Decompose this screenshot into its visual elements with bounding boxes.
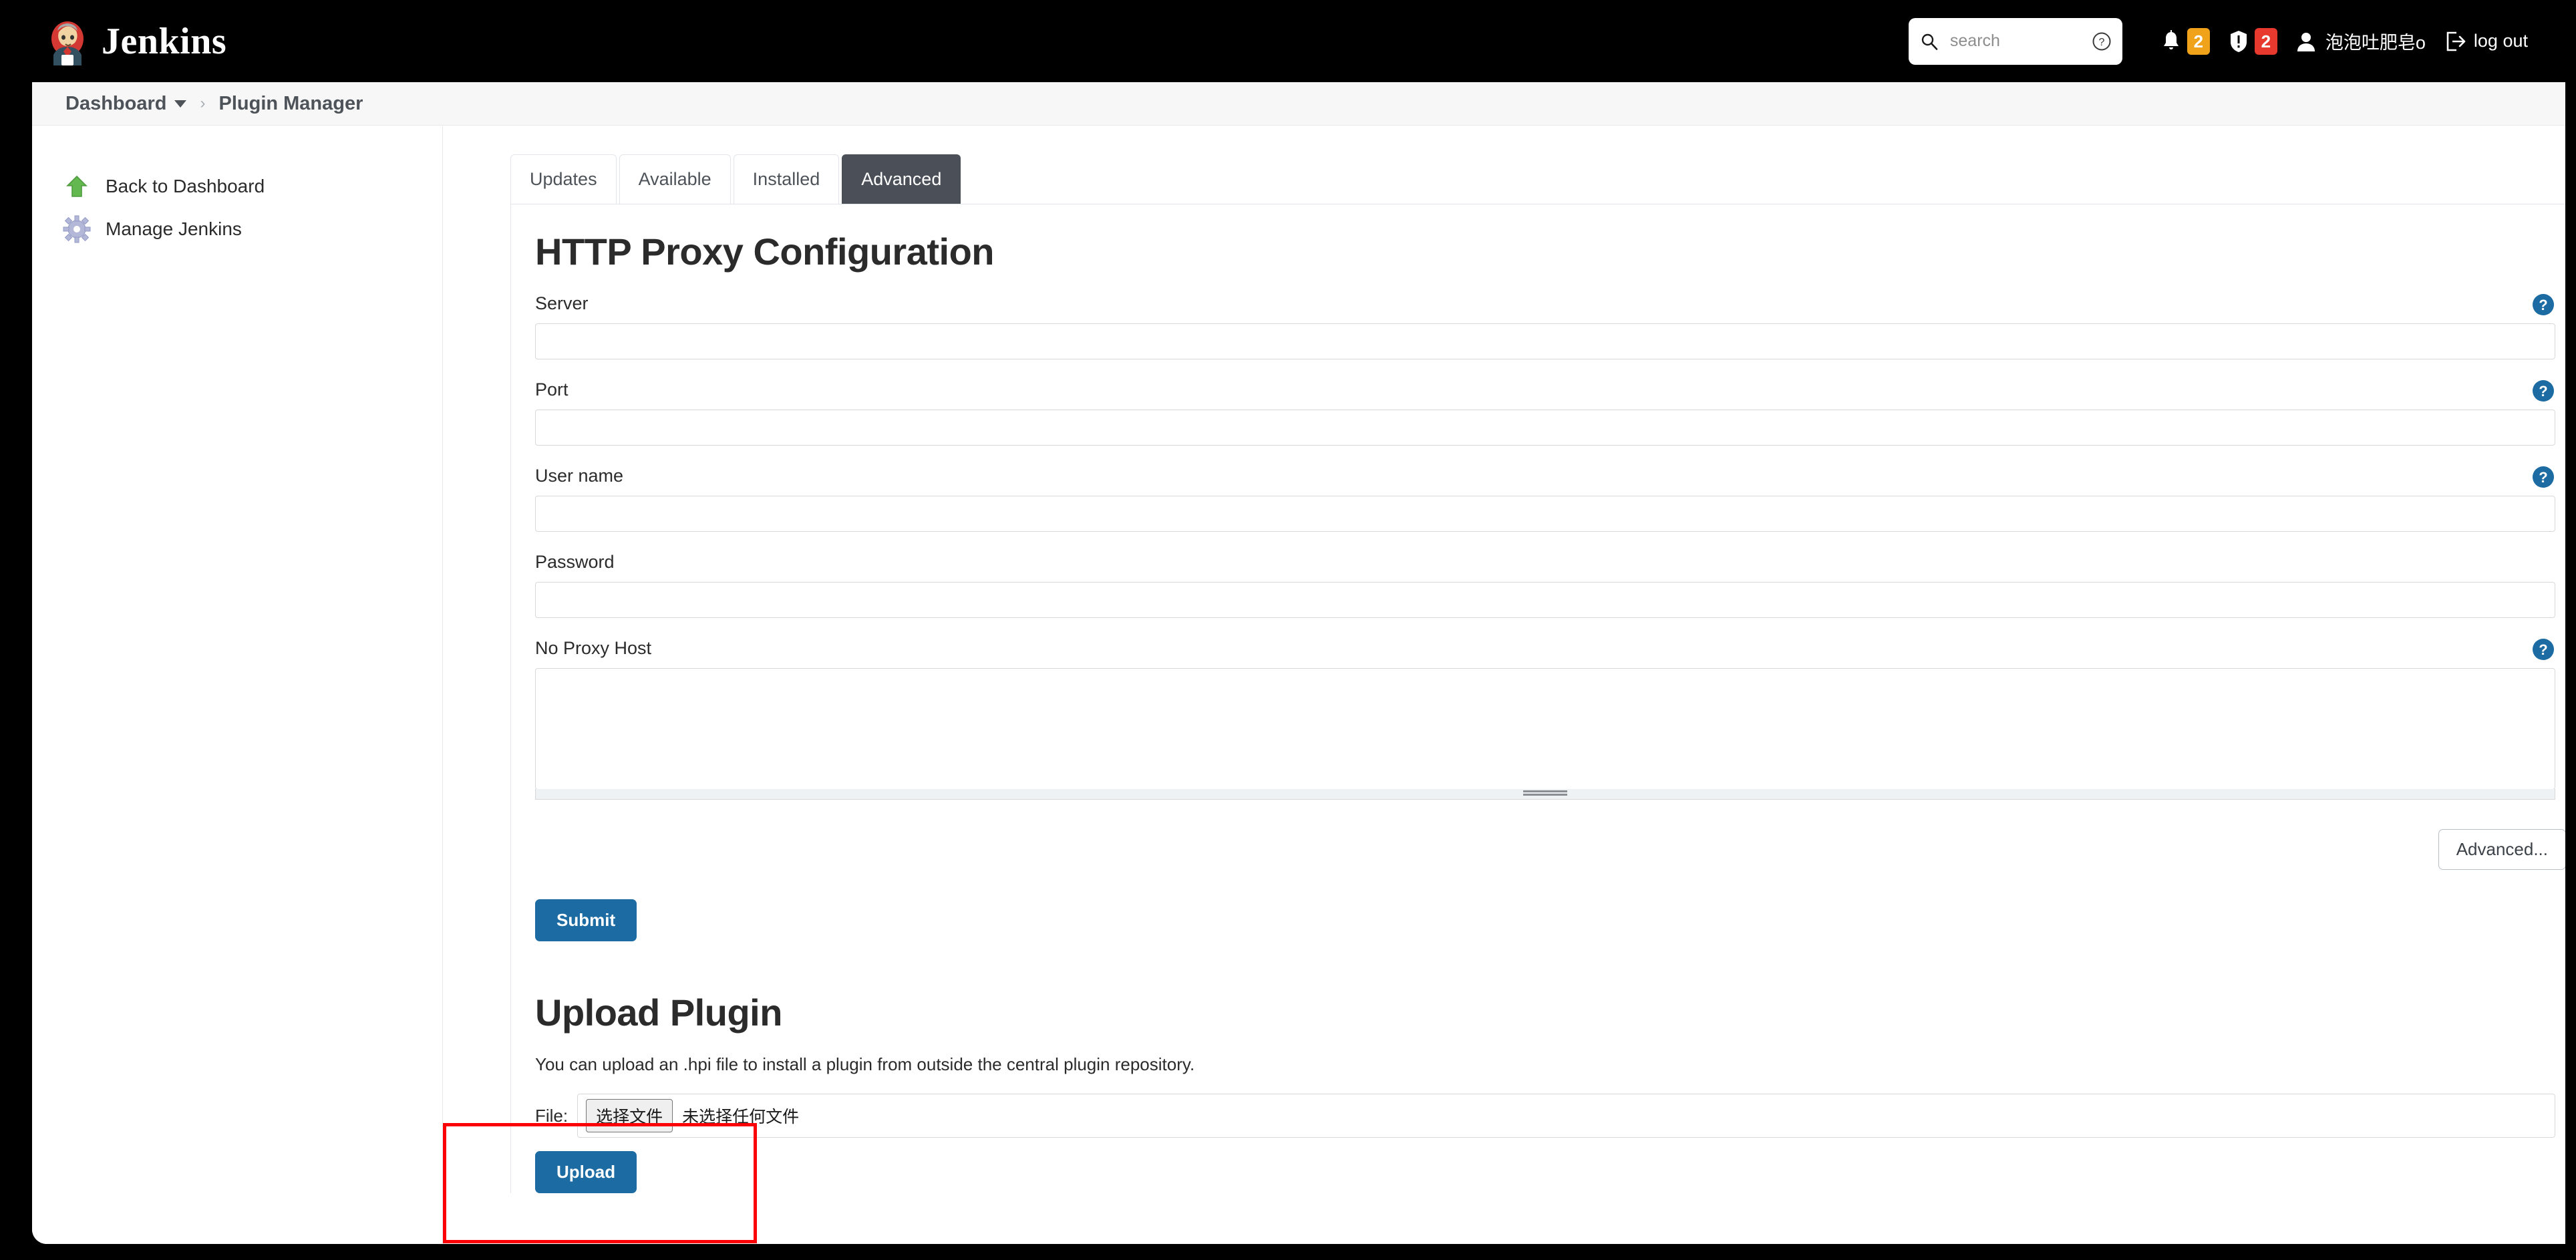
tab-installed[interactable]: Installed (733, 154, 840, 204)
search-box[interactable]: ? (1908, 17, 2122, 65)
no-proxy-host-textarea[interactable] (535, 668, 2555, 790)
user-name-label: 泡泡吐肥皂o (2325, 33, 2426, 53)
tab-available[interactable]: Available (619, 154, 731, 204)
security-warning-icon (2229, 30, 2249, 53)
no-file-selected-label: 未选择任何文件 (682, 1108, 800, 1126)
page-title: HTTP Proxy Configuration (535, 230, 995, 273)
brand-title: Jenkins (102, 20, 227, 62)
body-area: Back to Dashboard Manage Jenkins Updates… (32, 126, 2565, 1244)
field-server: Server ? (535, 293, 2565, 359)
advanced-button-row: Advanced... (535, 829, 2565, 870)
advanced-button[interactable]: Advanced... (2438, 829, 2565, 870)
breadcrumb-item-plugin-manager[interactable]: Plugin Manager (218, 93, 363, 115)
sidebar: Back to Dashboard Manage Jenkins (32, 126, 443, 1244)
tab-updates[interactable]: Updates (510, 154, 617, 204)
help-icon-user-name[interactable]: ? (2532, 466, 2555, 488)
tab-advanced[interactable]: Advanced (842, 154, 961, 204)
plugin-manager-tabs: Updates Available Installed Advanced (510, 154, 2565, 204)
sidebar-item-label: Manage Jenkins (106, 218, 242, 239)
field-password: Password (535, 552, 2565, 618)
breadcrumb: Dashboard › Plugin Manager (32, 82, 2565, 126)
breadcrumb-plugin-manager-label: Plugin Manager (218, 92, 363, 114)
advanced-panel: HTTP Proxy Configuration Server ? Port ?… (510, 204, 2565, 1193)
submit-button-row: Submit (535, 899, 2565, 941)
svg-text:?: ? (2539, 297, 2547, 313)
chevron-down-icon[interactable] (174, 100, 187, 108)
search-help-icon[interactable]: ? (2092, 31, 2112, 51)
breadcrumb-separator: › (200, 94, 206, 112)
security-alerts-button[interactable]: 2 (2219, 0, 2287, 82)
port-input[interactable] (535, 410, 2555, 446)
upload-plugin-title: Upload Plugin (535, 991, 782, 1034)
user-menu-button[interactable]: 泡泡吐肥皂o (2287, 0, 2435, 82)
resize-grip-icon (1523, 790, 1567, 797)
logout-icon (2444, 30, 2466, 53)
svg-text:?: ? (2539, 383, 2547, 400)
breadcrumb-dashboard-label: Dashboard (65, 92, 167, 114)
upload-form: File: 选择文件 未选择任何文件 Upload (535, 1094, 2555, 1193)
upload-button-row: Upload (535, 1151, 2555, 1193)
screenshot-viewport: Jenkins ? (0, 0, 2576, 1260)
submit-button[interactable]: Submit (535, 899, 637, 941)
choose-file-button[interactable]: 选择文件 (586, 1099, 673, 1132)
sidebar-item-back-to-dashboard[interactable]: Back to Dashboard (32, 165, 442, 208)
file-label: File: (535, 1105, 569, 1126)
breadcrumb-item-dashboard[interactable]: Dashboard (65, 92, 187, 115)
search-icon (1921, 33, 1938, 50)
top-header: Jenkins ? (32, 0, 2565, 82)
file-row: File: 选择文件 未选择任何文件 (535, 1094, 2555, 1138)
field-label-user-name: User name (535, 466, 624, 486)
field-label-no-proxy-host: No Proxy Host (535, 638, 652, 658)
field-label-server: Server (535, 293, 589, 313)
gear-icon (63, 215, 91, 243)
user-name-input[interactable] (535, 496, 2555, 532)
jenkins-brand-link[interactable]: Jenkins (32, 0, 226, 82)
svg-text:?: ? (2098, 37, 2104, 48)
help-icon-no-proxy-host[interactable]: ? (2532, 638, 2555, 661)
help-icon-server[interactable]: ? (2532, 293, 2555, 316)
field-port: Port ? (535, 379, 2565, 446)
field-no-proxy-host: No Proxy Host ? (535, 638, 2565, 800)
jenkins-page: Jenkins ? (32, 0, 2565, 1244)
password-input[interactable] (535, 582, 2555, 618)
server-input[interactable] (535, 323, 2555, 359)
notifications-badge: 2 (2187, 27, 2210, 55)
field-label-port: Port (535, 379, 569, 400)
help-icon-port[interactable]: ? (2532, 379, 2555, 402)
main-content: Updates Available Installed Advanced HTT… (444, 126, 2565, 1244)
svg-text:?: ? (2539, 469, 2547, 486)
file-input[interactable]: 选择文件 未选择任何文件 (577, 1094, 2555, 1138)
logout-label: log out (2473, 31, 2528, 51)
security-alerts-badge: 2 (2254, 27, 2277, 55)
person-icon (2296, 30, 2316, 53)
logout-button[interactable]: log out (2435, 0, 2537, 82)
jenkins-butler-logo-icon (45, 17, 90, 65)
field-user-name: User name ? (535, 466, 2565, 532)
textarea-resize-handle[interactable] (535, 789, 2555, 800)
upload-plugin-description: You can upload an .hpi file to install a… (535, 1054, 1195, 1074)
svg-text:?: ? (2539, 641, 2547, 658)
header-actions: ? 2 (1908, 0, 2565, 82)
search-input[interactable] (1948, 31, 2082, 51)
up-arrow-icon (63, 172, 91, 200)
sidebar-item-manage-jenkins[interactable]: Manage Jenkins (32, 208, 442, 251)
notifications-button[interactable]: 2 (2152, 0, 2219, 82)
sidebar-item-label: Back to Dashboard (106, 176, 265, 196)
upload-plugin-section: Upload Plugin You can upload an .hpi fil… (535, 991, 2565, 1193)
field-label-password: Password (535, 552, 615, 572)
bell-icon (2161, 29, 2181, 53)
upload-button[interactable]: Upload (535, 1151, 637, 1193)
